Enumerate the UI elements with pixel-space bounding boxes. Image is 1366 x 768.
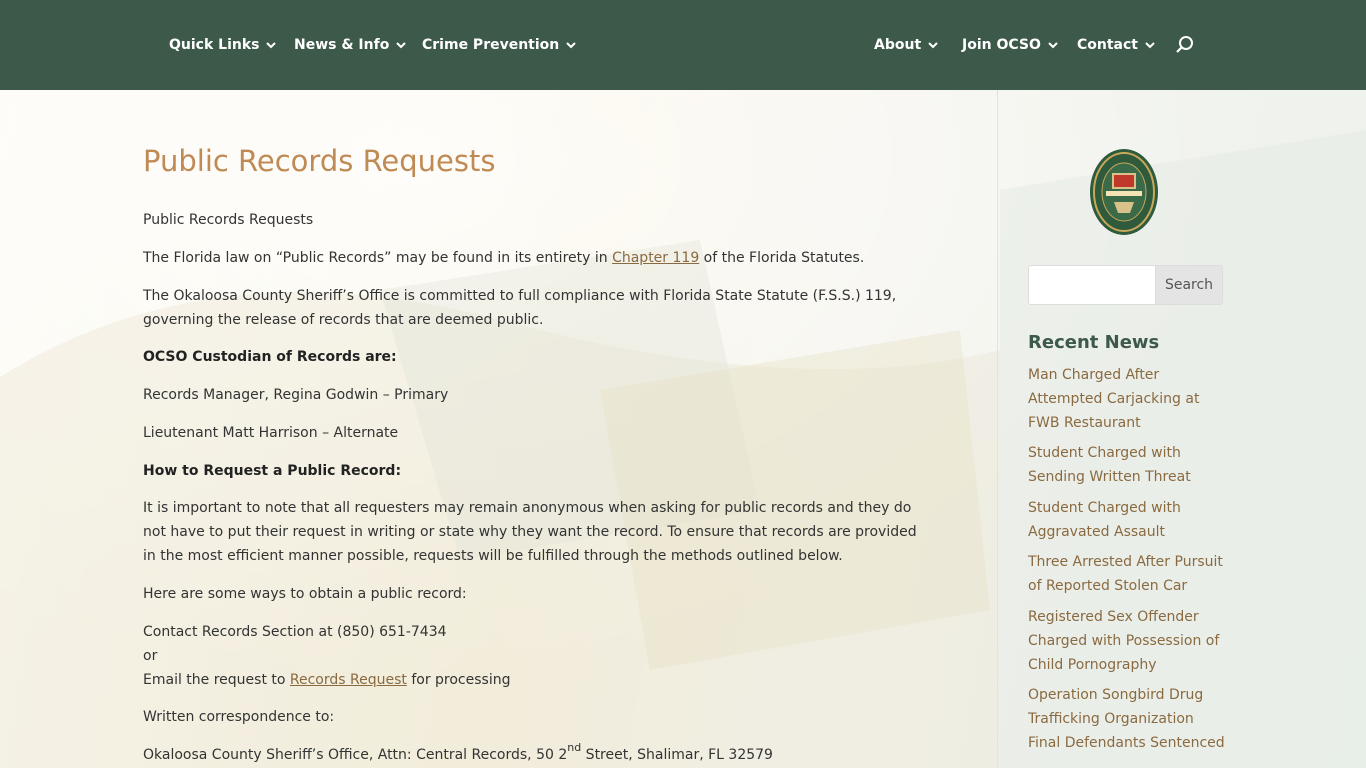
news-link[interactable]: Man Charged After Attempted Carjacking a…: [1028, 363, 1228, 435]
address-sup: nd: [567, 741, 582, 754]
nav-about[interactable]: About: [874, 35, 939, 55]
address-prefix: Okaloosa County Sheriff’s Office, Attn: …: [143, 747, 568, 763]
law-suffix: of the Florida Statutes.: [699, 250, 865, 266]
accreditation-seal-logo: [1090, 149, 1158, 235]
search-button[interactable]: Search: [1155, 265, 1223, 305]
custodian-alternate: Lieutenant Matt Harrison – Alternate: [143, 425, 399, 441]
chevron-down-icon: [1048, 42, 1058, 49]
anonymous-paragraph: It is important to note that all request…: [143, 500, 917, 564]
chapter-119-link[interactable]: Chapter 119: [612, 250, 699, 266]
custodian-heading-text: OCSO Custodian of Records are:: [143, 349, 397, 365]
how-heading-text: How to Request a Public Record:: [143, 463, 402, 479]
email-suffix: for processing: [406, 672, 511, 688]
news-link[interactable]: Student Charged with Sending Written Thr…: [1028, 441, 1228, 489]
chevron-down-icon: [566, 42, 576, 49]
email-prefix: Email the request to: [143, 672, 290, 688]
address-suffix: Street, Shalimar, FL 32579: [581, 747, 773, 763]
email-line: Email the request to Records Request for…: [143, 668, 933, 692]
law-paragraph: The Florida law on “Public Records” may …: [143, 246, 933, 270]
custodian-primary: Records Manager, Regina Godwin – Primary: [143, 387, 449, 403]
nav-label: Crime Prevention: [422, 37, 560, 53]
nav-quick-links[interactable]: Quick Links: [169, 35, 277, 55]
nav-label: About: [874, 37, 922, 53]
nav-contact[interactable]: Contact: [1077, 35, 1156, 55]
recent-news-heading: Recent News: [1028, 332, 1160, 353]
chevron-down-icon: [1145, 42, 1155, 49]
news-link[interactable]: Registered Sex Offender Charged with Pos…: [1028, 605, 1228, 677]
address-line: Okaloosa County Sheriff’s Office, Attn: …: [143, 741, 933, 768]
nav-crime-prevention[interactable]: Crime Prevention: [422, 35, 577, 55]
nav-label: Quick Links: [169, 37, 260, 53]
page-title: Public Records Requests: [143, 144, 496, 178]
news-link[interactable]: Student Charged with Aggravated Assault: [1028, 496, 1228, 544]
nav-join-ocso[interactable]: Join OCSO: [962, 35, 1059, 55]
intro-text: Public Records Requests: [143, 212, 314, 228]
custodian-heading: OCSO Custodian of Records are:: [143, 345, 933, 369]
top-navigation-bar: Quick Links News & Info Crime Prevention…: [0, 0, 1366, 90]
contact-block: Contact Records Section at (850) 651-743…: [143, 620, 933, 692]
news-link[interactable]: Three Arrested After Pursuit of Reported…: [1028, 550, 1228, 598]
written-text: Written correspondence to:: [143, 709, 335, 725]
news-link[interactable]: Operation Songbird Drug Trafficking Orga…: [1028, 683, 1228, 755]
nav-label: News & Info: [294, 37, 390, 53]
nav-news-info[interactable]: News & Info: [294, 35, 407, 55]
chevron-down-icon: [396, 42, 407, 49]
chevron-down-icon: [928, 42, 938, 49]
sidebar-search-input[interactable]: [1028, 265, 1156, 305]
search-icon[interactable]: [1175, 35, 1195, 55]
nav-label: Join OCSO: [962, 37, 1041, 53]
or-text: or: [143, 648, 158, 664]
how-heading: How to Request a Public Record:: [143, 459, 933, 483]
law-prefix: The Florida law on “Public Records” may …: [143, 250, 613, 266]
sidebar-divider: [997, 90, 998, 768]
records-request-link[interactable]: Records Request: [290, 672, 407, 688]
ways-text: Here are some ways to obtain a public re…: [143, 586, 467, 602]
chevron-down-icon: [266, 42, 277, 49]
compliance-paragraph: The Okaloosa County Sheriff’s Office is …: [143, 288, 897, 328]
contact-phone: Contact Records Section at (850) 651-743…: [143, 624, 447, 640]
nav-label: Contact: [1077, 37, 1138, 53]
